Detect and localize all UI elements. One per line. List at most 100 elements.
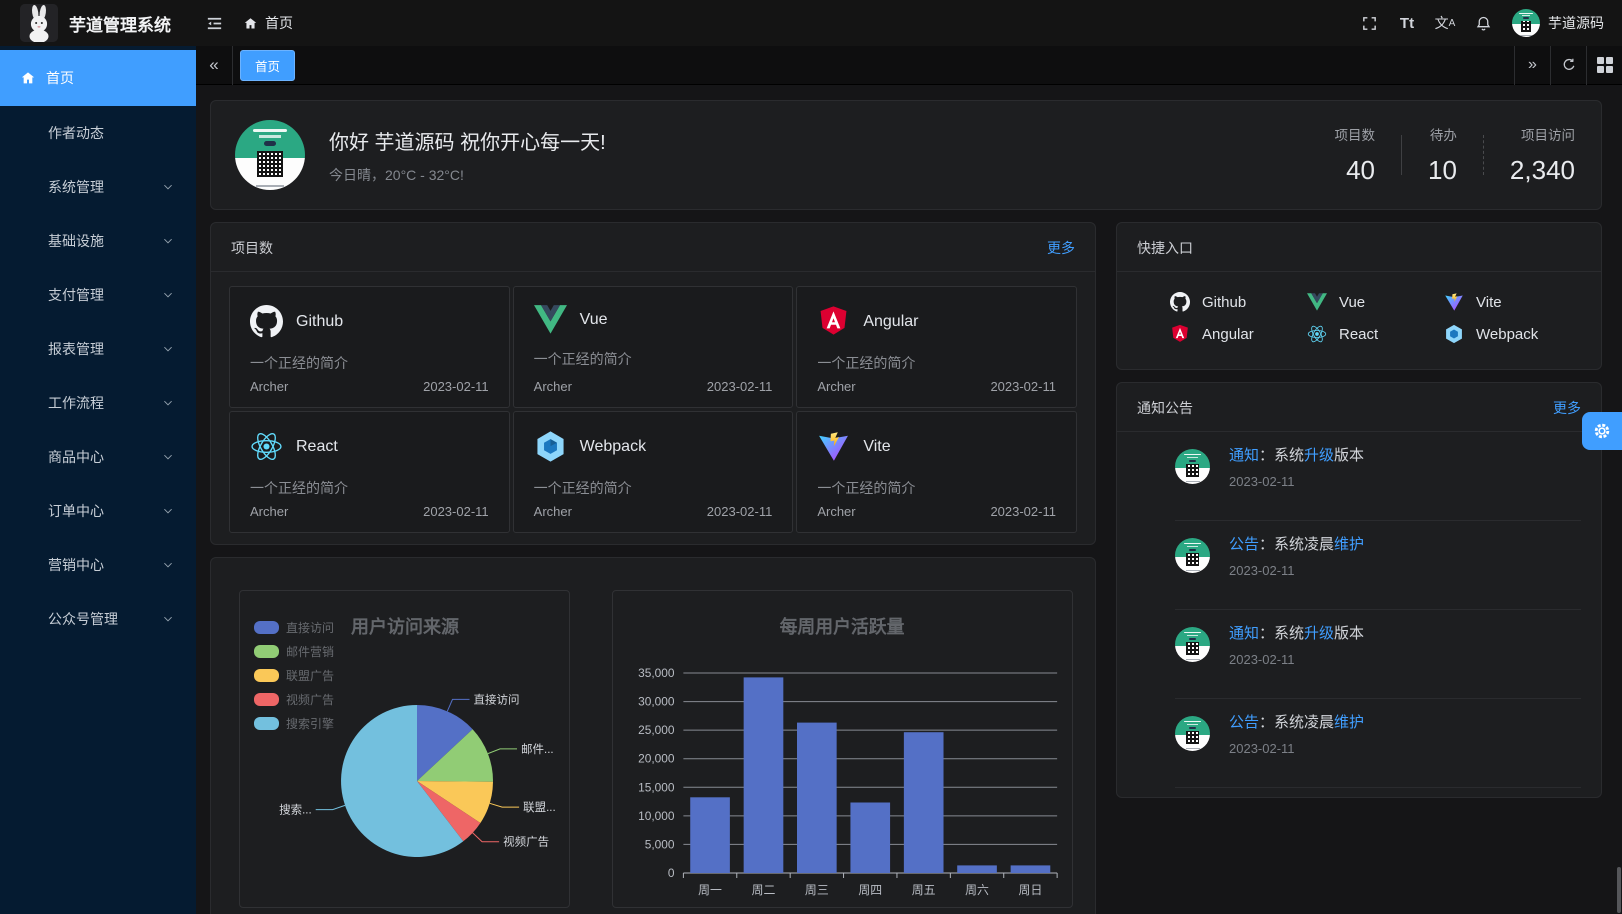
notice-date: 2023-02-11	[1229, 474, 1364, 489]
quick-link-vue[interactable]: Vue	[1307, 286, 1444, 318]
svg-text:用户访问来源: 用户访问来源	[351, 616, 459, 637]
angular-icon	[817, 305, 850, 338]
gear-icon	[1592, 421, 1612, 441]
menu-fold-icon[interactable]	[196, 0, 233, 46]
notice-item[interactable]: 公告：系统凌晨维护 2023-02-11	[1175, 521, 1581, 610]
app-title: 芋道管理系统	[69, 11, 171, 36]
chevron-down-icon	[162, 559, 174, 571]
project-tile-vue[interactable]: Vue 一个正经的简介 Archer 2023-02-11	[513, 286, 794, 408]
svg-text:联盟...: 联盟...	[523, 800, 556, 814]
legend-item[interactable]: 邮件营销	[254, 639, 334, 663]
notice-avatar	[1175, 627, 1210, 662]
vite-icon	[1444, 292, 1464, 312]
sidebar: 首页 作者动态 系统管理 基础设施 支付管理 报表管理 工作流程 商品中心	[0, 46, 196, 914]
divider	[1401, 135, 1402, 175]
notice-item[interactable]: 通知：系统升级版本 2023-02-11	[1175, 432, 1581, 521]
react-icon	[1307, 324, 1327, 344]
quick-link-github[interactable]: Github	[1170, 286, 1307, 318]
sidebar-item-system[interactable]: 系统管理	[0, 160, 196, 214]
github-icon	[1170, 292, 1190, 312]
stat-projects: 项目数 40	[1335, 124, 1376, 186]
user-name: 芋道源码	[1548, 13, 1604, 33]
legend-swatch	[254, 645, 279, 658]
notice-avatar	[1175, 538, 1210, 573]
chevron-down-icon	[162, 613, 174, 625]
stat-visits: 项目访问 2,340	[1510, 124, 1575, 186]
theme-settings-button[interactable]	[1582, 412, 1622, 450]
svg-text:周四: 周四	[858, 883, 882, 897]
locale-icon[interactable]: 文A	[1430, 8, 1460, 38]
chevron-down-icon	[162, 235, 174, 247]
quick-link-react[interactable]: React	[1307, 318, 1444, 350]
tab-menu-grid-icon[interactable]	[1586, 46, 1622, 85]
sidebar-item-order[interactable]: 订单中心	[0, 484, 196, 538]
project-tile-github[interactable]: Github 一个正经的简介 Archer 2023-02-11	[229, 286, 510, 408]
tile-author: Archer	[817, 379, 855, 394]
collapse-tabs-left-icon[interactable]: «	[196, 46, 233, 85]
notice-item[interactable]: 公告：系统凌晨维护 2023-02-11	[1175, 699, 1581, 788]
bar-chart-panel: 05,00010,00015,00020,00025,00030,00035,0…	[612, 590, 1073, 908]
bunny-logo-icon	[20, 4, 58, 42]
quick-link-webpack[interactable]: Webpack	[1444, 318, 1581, 350]
quick-link-vite[interactable]: Vite	[1444, 286, 1581, 318]
project-tile-webpack[interactable]: Webpack 一个正经的简介 Archer 2023-02-11	[513, 411, 794, 533]
projects-more-link[interactable]: 更多	[1047, 238, 1075, 258]
projects-card-title: 项目数	[231, 238, 273, 258]
svg-text:邮件...: 邮件...	[521, 742, 554, 756]
user-menu[interactable]: 芋道源码	[1512, 9, 1604, 37]
notice-date: 2023-02-11	[1229, 652, 1364, 667]
quick-link-angular[interactable]: Angular	[1170, 318, 1307, 350]
sidebar-item-product[interactable]: 商品中心	[0, 430, 196, 484]
bell-icon[interactable]	[1468, 8, 1498, 38]
tabbar: « 首页 »	[196, 46, 1622, 85]
tile-date: 2023-02-11	[423, 504, 489, 519]
user-avatar	[1512, 9, 1540, 37]
svg-text:0: 0	[668, 866, 675, 880]
app-header: 芋道管理系统 首页 Tt 文A	[0, 0, 1622, 46]
project-tile-vite[interactable]: Vite 一个正经的简介 Archer 2023-02-11	[796, 411, 1077, 533]
legend-item[interactable]: 联盟广告	[254, 663, 334, 687]
svg-text:周日: 周日	[1019, 883, 1043, 897]
sidebar-item-wechat[interactable]: 公众号管理	[0, 592, 196, 646]
home-icon	[20, 70, 36, 86]
quick-entry-card: 快捷入口 Github Vue	[1116, 222, 1602, 370]
tab-home[interactable]: 首页	[240, 50, 295, 81]
project-tile-react[interactable]: React 一个正经的简介 Archer 2023-02-11	[229, 411, 510, 533]
legend-item[interactable]: 搜索引擎	[254, 711, 334, 735]
breadcrumb[interactable]: 首页	[243, 13, 293, 33]
scrollbar[interactable]	[1617, 867, 1621, 913]
notice-more-link[interactable]: 更多	[1553, 398, 1581, 418]
legend-item[interactable]: 视频广告	[254, 687, 334, 711]
react-icon	[250, 430, 283, 463]
scroll-tabs-right-icon[interactable]: »	[1514, 46, 1550, 85]
sidebar-item-workflow[interactable]: 工作流程	[0, 376, 196, 430]
sidebar-item-marketing[interactable]: 营销中心	[0, 538, 196, 592]
sidebar-item-home[interactable]: 首页	[0, 50, 196, 106]
legend-item[interactable]: 直接访问	[254, 615, 334, 639]
divider	[1483, 135, 1484, 175]
pie-legend: 直接访问 邮件营销 联盟广告 视频广告	[254, 615, 334, 735]
notice-card-title: 通知公告	[1137, 398, 1193, 418]
chevron-down-icon	[162, 181, 174, 193]
project-tile-angular[interactable]: Angular 一个正经的简介 Archer 2023-02-11	[796, 286, 1077, 408]
refresh-icon[interactable]	[1550, 46, 1586, 85]
svg-text:15,000: 15,000	[638, 780, 675, 794]
sidebar-item-infra[interactable]: 基础设施	[0, 214, 196, 268]
weather-text: 今日晴，20°C - 32°C!	[329, 165, 606, 185]
sidebar-item-payment[interactable]: 支付管理	[0, 268, 196, 322]
chevron-down-icon	[162, 397, 174, 409]
fullscreen-icon[interactable]	[1354, 8, 1384, 38]
font-size-icon[interactable]: Tt	[1392, 8, 1422, 38]
sidebar-item-author-news[interactable]: 作者动态	[0, 106, 196, 160]
sidebar-item-report[interactable]: 报表管理	[0, 322, 196, 376]
legend-swatch	[254, 693, 279, 706]
webpack-icon	[1444, 324, 1464, 344]
chevron-down-icon	[162, 451, 174, 463]
charts-card: 直接访问 邮件营销 联盟广告 视频广告	[210, 557, 1096, 914]
vue-icon	[1307, 293, 1327, 311]
svg-text:周二: 周二	[752, 883, 776, 897]
notice-item[interactable]: 通知：系统升级版本 2023-02-11	[1175, 610, 1581, 699]
github-icon	[250, 305, 283, 338]
svg-text:周三: 周三	[805, 883, 829, 897]
main-content: 你好 芋道源码 祝你开心每一天! 今日晴，20°C - 32°C! 项目数 40…	[196, 85, 1622, 914]
